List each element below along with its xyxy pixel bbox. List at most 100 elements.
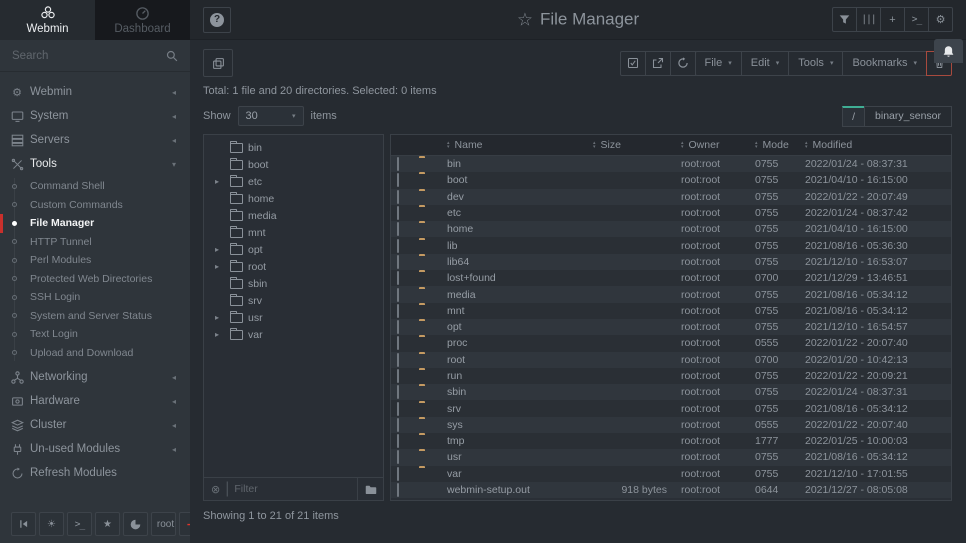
page-size-select[interactable]: 30 ▾ bbox=[238, 106, 304, 126]
row-checkbox[interactable] bbox=[397, 320, 399, 334]
cell-name[interactable]: webmin-setup.out bbox=[447, 484, 593, 496]
settings-button[interactable]: ⚙ bbox=[928, 7, 953, 32]
tree-item-boot[interactable]: boot bbox=[204, 156, 383, 173]
sidebar-category-tools[interactable]: Tools ▾ bbox=[0, 152, 190, 176]
row-checkbox[interactable] bbox=[397, 467, 399, 481]
tree-item-srv[interactable]: srv bbox=[204, 292, 383, 309]
cell-name[interactable]: srv bbox=[447, 403, 593, 415]
column-header-mode[interactable]: ▴▾ Mode bbox=[755, 139, 805, 151]
row-checkbox[interactable] bbox=[397, 157, 399, 171]
row-checkbox[interactable] bbox=[397, 353, 399, 367]
tab-dashboard[interactable]: Dashboard bbox=[95, 0, 190, 40]
sidebar-category-hardware[interactable]: Hardware ◂ bbox=[0, 389, 190, 413]
table-row-tmp[interactable]: tmp root:root 1777 2022/01/25 - 10:00:03 bbox=[391, 433, 951, 449]
cell-name[interactable]: lib64 bbox=[447, 256, 593, 268]
table-row-lib64[interactable]: lib64 root:root 0755 2021/12/10 - 16:53:… bbox=[391, 254, 951, 270]
cell-name[interactable]: run bbox=[447, 370, 593, 382]
tree-item-etc[interactable]: ▸ etc bbox=[204, 173, 383, 190]
tree-item-home[interactable]: home bbox=[204, 190, 383, 207]
cell-name[interactable]: lib bbox=[447, 240, 593, 252]
table-row-run[interactable]: run root:root 0755 2022/01/22 - 20:09:21 bbox=[391, 368, 951, 384]
sidebar-item-upload-and-download[interactable]: Upload and Download bbox=[0, 344, 190, 363]
tree-item-mnt[interactable]: mnt bbox=[204, 224, 383, 241]
table-row-dev[interactable]: dev root:root 0755 2022/01/22 - 20:07:49 bbox=[391, 189, 951, 205]
row-checkbox[interactable] bbox=[397, 239, 399, 253]
column-header-owner[interactable]: ▴▾ Owner bbox=[681, 139, 755, 151]
cell-name[interactable]: sys bbox=[447, 419, 593, 431]
table-row-root[interactable]: root root:root 0700 2022/01/20 - 10:42:1… bbox=[391, 352, 951, 368]
table-row-webmin-setup-out[interactable]: webmin-setup.out 918 bytes root:root 064… bbox=[391, 482, 951, 498]
row-checkbox[interactable] bbox=[397, 222, 399, 236]
row-checkbox[interactable] bbox=[397, 255, 399, 269]
row-checkbox[interactable] bbox=[397, 336, 399, 350]
table-row-home[interactable]: home root:root 0755 2021/04/10 - 16:15:0… bbox=[391, 221, 951, 237]
cell-name[interactable]: sbin bbox=[447, 386, 593, 398]
user-button[interactable]: root bbox=[151, 512, 176, 536]
cell-name[interactable]: dev bbox=[447, 191, 593, 203]
refresh-button[interactable] bbox=[670, 51, 696, 76]
breadcrumb-root[interactable]: / bbox=[842, 106, 865, 127]
expand-arrow-icon[interactable]: ▸ bbox=[215, 313, 219, 322]
tree-filter-input[interactable] bbox=[234, 483, 357, 495]
table-row-media[interactable]: media root:root 0755 2021/08/16 - 05:34:… bbox=[391, 286, 951, 302]
collapse-sidebar-button[interactable] bbox=[11, 512, 36, 536]
expand-arrow-icon[interactable]: ▸ bbox=[215, 245, 219, 254]
column-header-size[interactable]: ▴▾ Size bbox=[593, 139, 681, 151]
menu-tools-button[interactable]: Tools▾ bbox=[788, 51, 843, 76]
row-checkbox[interactable] bbox=[397, 385, 399, 399]
menu-bookmarks-button[interactable]: Bookmarks▾ bbox=[842, 51, 927, 76]
sidebar-category-cluster[interactable]: Cluster ◂ bbox=[0, 413, 190, 437]
select-all-button[interactable] bbox=[620, 51, 646, 76]
sidebar-category-refresh-modules[interactable]: Refresh Modules bbox=[0, 461, 190, 485]
sidebar-item-system-and-server-status[interactable]: System and Server Status bbox=[0, 307, 190, 326]
cell-name[interactable]: tmp bbox=[447, 435, 593, 447]
search-input[interactable] bbox=[12, 50, 166, 62]
row-checkbox[interactable] bbox=[397, 434, 399, 448]
filter-button[interactable] bbox=[832, 7, 857, 32]
sidebar-category-servers[interactable]: Servers ◂ bbox=[0, 128, 190, 152]
tree-item-sbin[interactable]: sbin bbox=[204, 275, 383, 292]
sidebar-item-custom-commands[interactable]: Custom Commands bbox=[0, 196, 190, 215]
table-row-lost-found[interactable]: lost+found root:root 0700 2021/12/29 - 1… bbox=[391, 270, 951, 286]
sidebar-item-protected-web-directories[interactable]: Protected Web Directories bbox=[0, 270, 190, 289]
table-row-var[interactable]: var root:root 0755 2021/12/10 - 17:01:55 bbox=[391, 466, 951, 482]
row-checkbox[interactable] bbox=[397, 369, 399, 383]
menu-file-button[interactable]: File▾ bbox=[695, 51, 742, 76]
cell-name[interactable]: home bbox=[447, 223, 593, 235]
table-row-srv[interactable]: srv root:root 0755 2021/08/16 - 05:34:12 bbox=[391, 400, 951, 416]
table-row-mnt[interactable]: mnt root:root 0755 2021/08/16 - 05:34:12 bbox=[391, 303, 951, 319]
paste-buffer-button[interactable] bbox=[203, 49, 233, 77]
tree-item-root[interactable]: ▸ root bbox=[204, 258, 383, 275]
tree-item-usr[interactable]: ▸ usr bbox=[204, 309, 383, 326]
row-checkbox[interactable] bbox=[397, 190, 399, 204]
table-row-bin[interactable]: bin root:root 0755 2022/01/24 - 08:37:31 bbox=[391, 156, 951, 172]
table-row-boot[interactable]: boot root:root 0755 2021/04/10 - 16:15:0… bbox=[391, 172, 951, 188]
expand-arrow-icon[interactable]: ▸ bbox=[215, 177, 219, 186]
expand-arrow-icon[interactable]: ▸ bbox=[215, 262, 219, 271]
table-row-sys[interactable]: sys root:root 0555 2022/01/22 - 20:07:40 bbox=[391, 417, 951, 433]
table-row-lib[interactable]: lib root:root 0755 2021/08/16 - 05:36:30 bbox=[391, 237, 951, 253]
row-checkbox[interactable] bbox=[397, 271, 399, 285]
sidebar-item-perl-modules[interactable]: Perl Modules bbox=[0, 251, 190, 270]
row-checkbox[interactable] bbox=[397, 288, 399, 302]
tree-item-media[interactable]: media bbox=[204, 207, 383, 224]
sidebar-category-networking[interactable]: Networking ◂ bbox=[0, 365, 190, 389]
sidebar-item-ssh-login[interactable]: SSH Login bbox=[0, 288, 190, 307]
expand-arrow-icon[interactable]: ▸ bbox=[215, 330, 219, 339]
table-row-etc[interactable]: etc root:root 0755 2022/01/24 - 08:37:42 bbox=[391, 205, 951, 221]
export-button[interactable] bbox=[645, 51, 671, 76]
help-button[interactable]: ? bbox=[203, 7, 231, 33]
cell-name[interactable]: root bbox=[447, 354, 593, 366]
row-checkbox[interactable] bbox=[397, 304, 399, 318]
breadcrumb-current[interactable]: binary_sensor bbox=[864, 106, 952, 127]
favorite-star-icon[interactable]: ☆ bbox=[517, 9, 533, 30]
favorites-button[interactable]: ★ bbox=[95, 512, 120, 536]
table-row-opt[interactable]: opt root:root 0755 2021/12/10 - 16:54:57 bbox=[391, 319, 951, 335]
theme-brightness-button[interactable]: ☀ bbox=[39, 512, 64, 536]
tree-item-var[interactable]: ▸ var bbox=[204, 326, 383, 343]
sidebar-item-http-tunnel[interactable]: HTTP Tunnel bbox=[0, 233, 190, 252]
terminal-button[interactable]: >_ bbox=[904, 7, 929, 32]
cell-name[interactable]: media bbox=[447, 289, 593, 301]
cell-name[interactable]: etc bbox=[447, 207, 593, 219]
column-header-name[interactable]: ▴▾ Name bbox=[447, 139, 593, 151]
